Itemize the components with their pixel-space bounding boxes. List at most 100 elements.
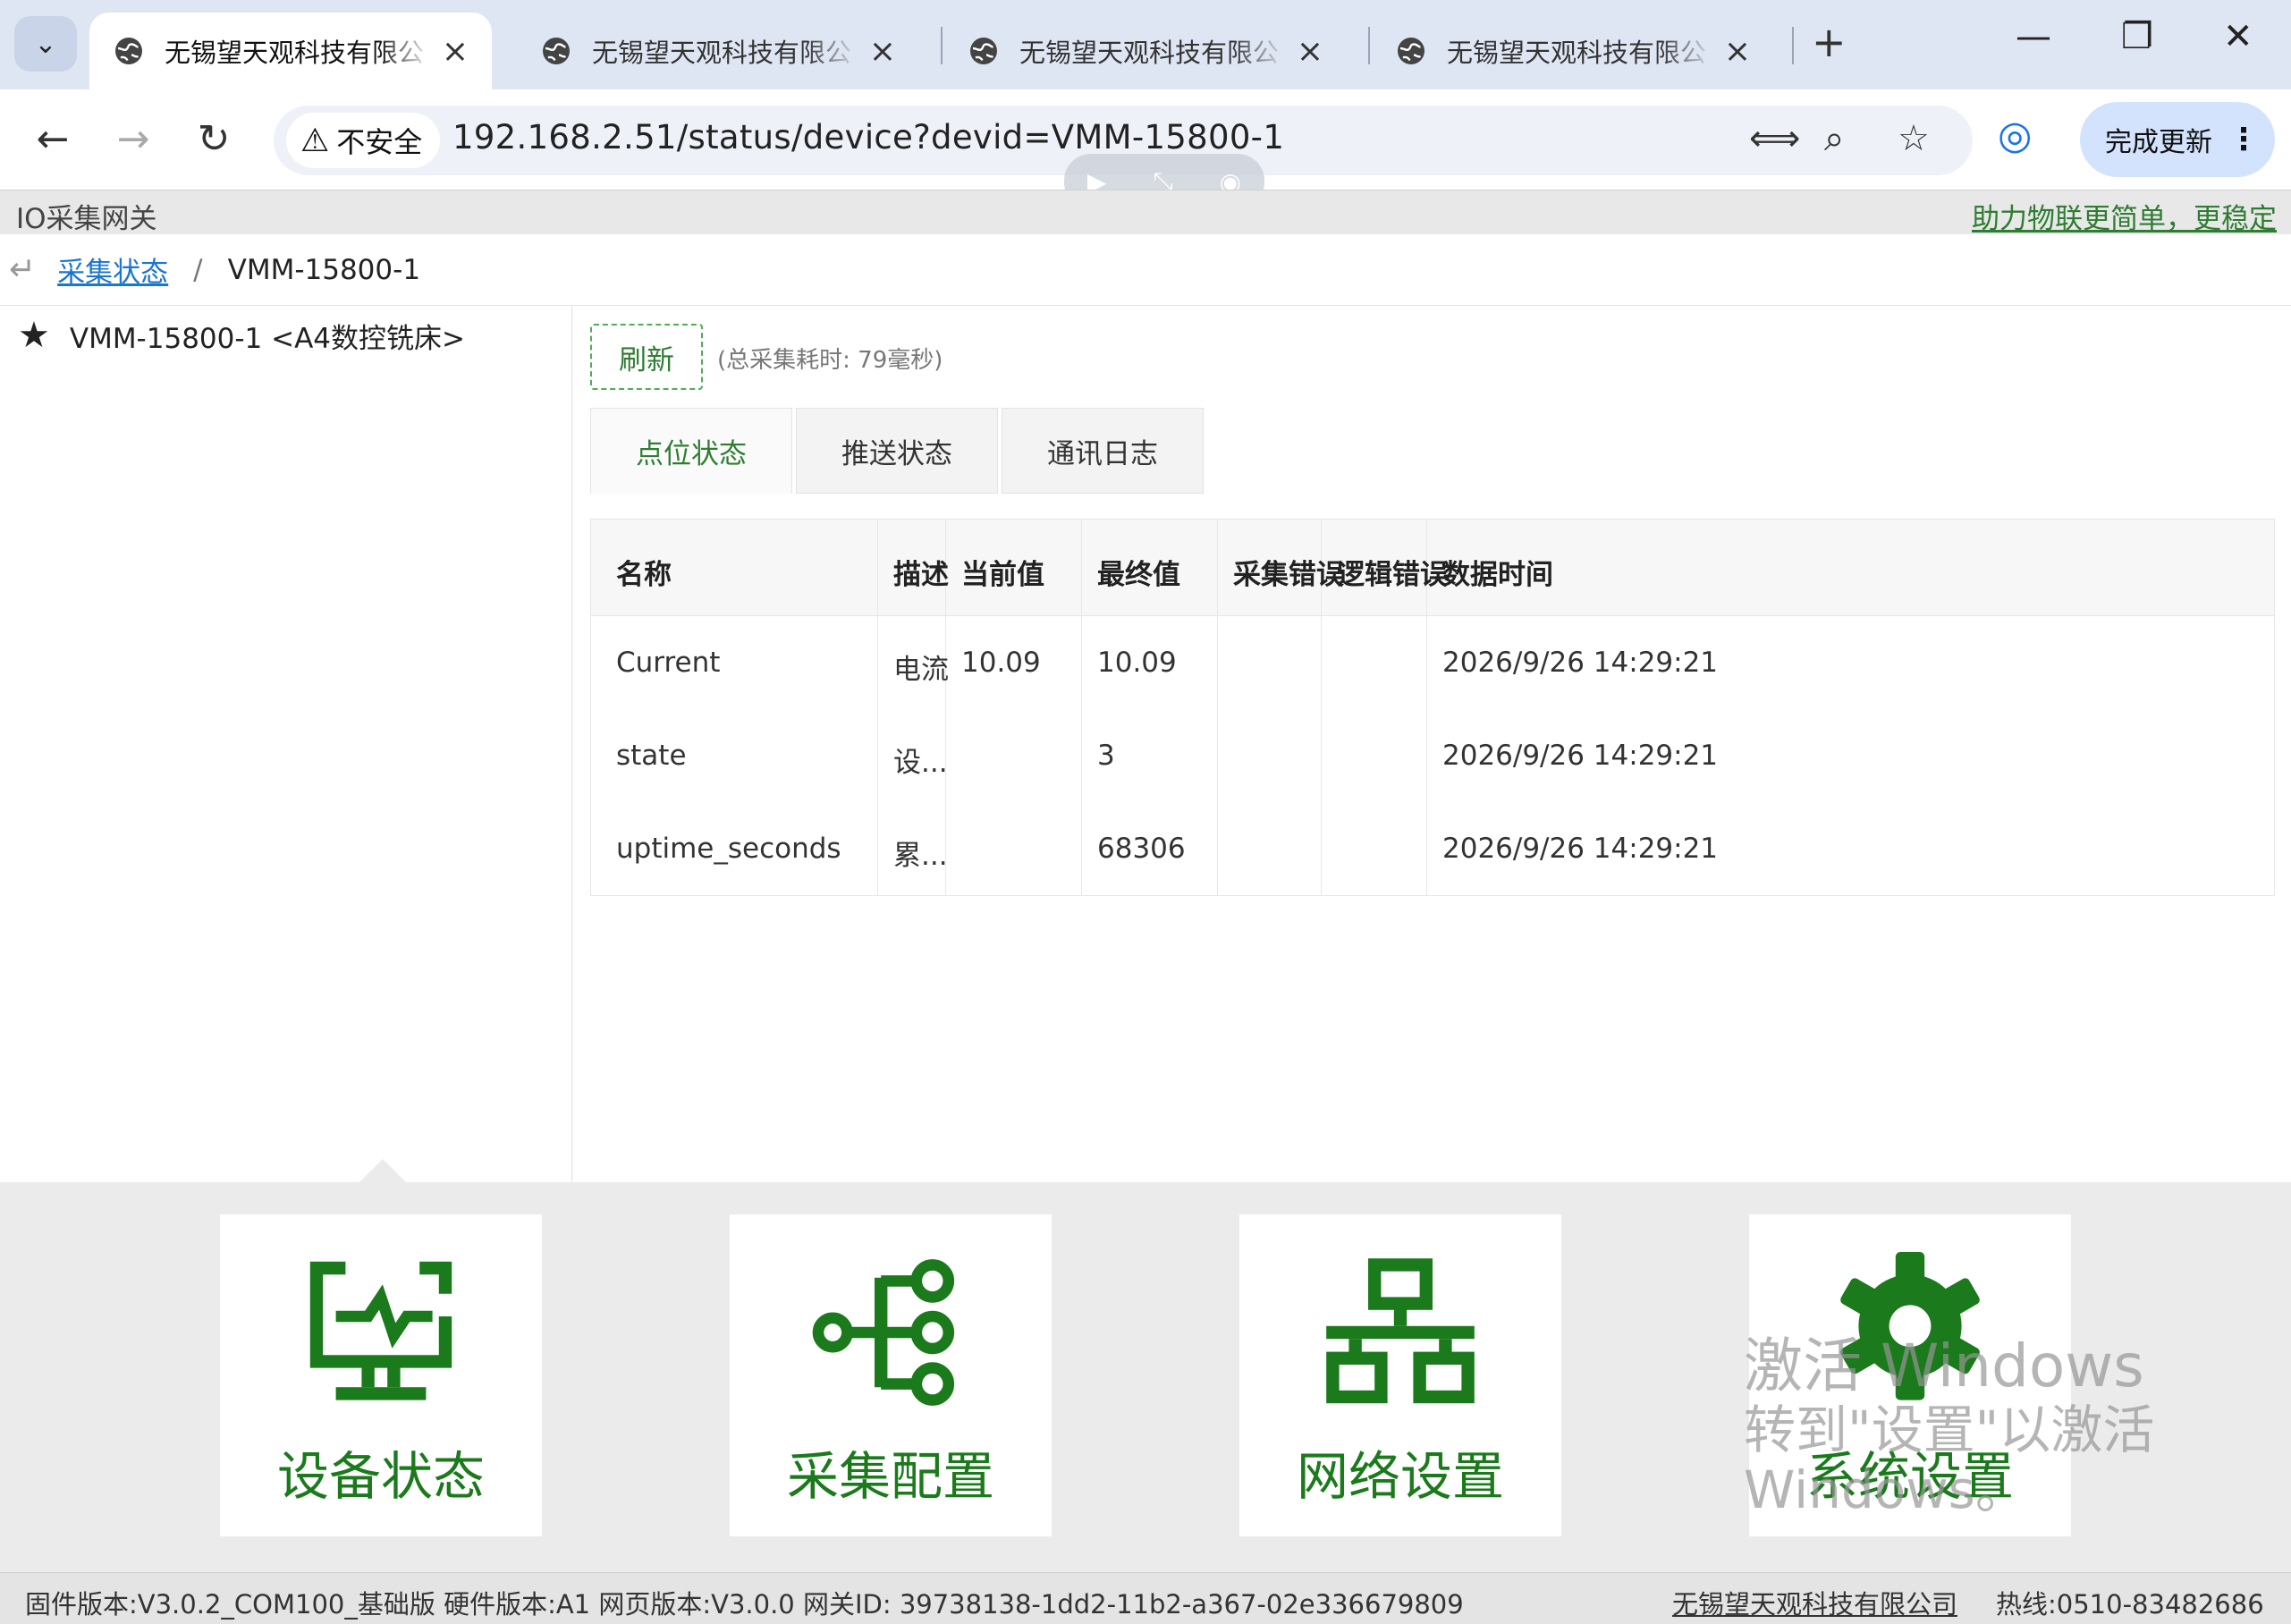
tab-title: 无锡望天观科技有限公	[592, 38, 852, 68]
close-icon[interactable]: ×	[869, 33, 896, 70]
column-header-logic-error: 逻辑错误	[1337, 559, 1448, 591]
table-cell-desc: 电流	[893, 654, 949, 686]
browser-tab-3[interactable]: 无锡望天观科技有限公 ×	[944, 13, 1347, 89]
point-status-table: 名称 描述 当前值 最终值 采集错误 逻辑错误 数据时间 Current 电流 …	[590, 519, 2275, 896]
column-divider	[1217, 520, 1218, 895]
reload-icon: ↻	[197, 115, 231, 162]
window-close-button[interactable]: ✕	[2223, 16, 2253, 57]
menu-tile-device-status[interactable]: 设备状态	[220, 1214, 542, 1536]
browser-toolbar: ← → ↻ ⚠ 不安全 192.168.2.51/status/device?d…	[0, 89, 2291, 209]
tab-separator	[1792, 27, 1794, 64]
translate-icon[interactable]: ⟺	[1749, 118, 1800, 159]
tab-search-button[interactable]: ⌄	[14, 16, 77, 72]
device-tree-panel: ★ VMM-15800-1 <A4数控铣床>	[0, 306, 572, 1182]
column-divider	[877, 520, 878, 895]
page-header: IO采集网关 助力物联更简单，更稳定	[0, 190, 2291, 236]
table-cell-desc: 设...	[893, 747, 948, 779]
menu-tile-label: 设备状态	[276, 1446, 485, 1507]
windows-activation-watermark: 激活 Windows 转到"设置"以激活 Windows。	[1744, 1332, 2154, 1519]
tab-title: 无锡望天观科技有限公	[165, 38, 425, 68]
table-cell-time: 2026/9/26 14:29:21	[1442, 740, 1719, 772]
network-icon	[1326, 1258, 1475, 1404]
table-cell-name: state	[616, 740, 687, 772]
update-label: 完成更新	[2105, 127, 2212, 158]
column-header-collect-error: 采集错误	[1233, 559, 1344, 591]
globe-icon	[1398, 38, 1424, 64]
menu-tile-label: 网络设置	[1296, 1446, 1504, 1507]
column-header-desc: 描述	[893, 559, 949, 591]
monitor-pulse-icon	[309, 1261, 452, 1400]
breadcrumb: ↵ 采集状态 / VMM-15800-1	[0, 234, 2291, 306]
browser-tab-bar: ⌄ 无锡望天观科技有限公 × 无锡望天观科技有限公 × 无锡望天观科技有限公 ×…	[0, 0, 2291, 89]
browser-tab-2[interactable]: 无锡望天观科技有限公 ×	[517, 13, 919, 89]
reload-button[interactable]: ↻	[182, 107, 245, 170]
table-cell-final: 3	[1097, 740, 1115, 772]
security-indicator[interactable]: ⚠ 不安全	[286, 113, 440, 168]
tab-title: 无锡望天观科技有限公	[1447, 38, 1707, 68]
refresh-button[interactable]: 刷新	[590, 324, 703, 390]
table-cell-time: 2026/9/26 14:29:21	[1442, 833, 1719, 865]
minimize-button[interactable]: —	[2016, 16, 2051, 57]
chevron-down-icon: ⌄	[34, 28, 57, 60]
bookmark-star-icon[interactable]: ☆	[1898, 118, 1930, 159]
tab-comm-log[interactable]: 通讯日志	[1002, 408, 1204, 494]
brand-title: IO采集网关	[16, 203, 157, 235]
profile-button[interactable]: ◎	[1998, 113, 2032, 158]
menu-tile-label: 采集配置	[786, 1446, 994, 1507]
tab-title: 无锡望天观科技有限公	[1019, 38, 1280, 68]
browser-tab-1[interactable]: 无锡望天观科技有限公 ×	[89, 13, 492, 89]
node-tree-icon	[812, 1259, 955, 1406]
hotline-text: 热线:0510-83482686	[1996, 1589, 2264, 1620]
more-vert-icon: ⋮	[2228, 122, 2259, 157]
page-footer: 固件版本:V3.0.2_COM100_基础版 硬件版本:A1 网页版本:V3.0…	[0, 1572, 2291, 1624]
breadcrumb-link-status[interactable]: 采集状态	[57, 250, 168, 290]
new-tab-button[interactable]: +	[1812, 18, 1847, 66]
watermark-line-2: 转到"设置"以激活	[1744, 1399, 2155, 1460]
forward-button[interactable]: →	[102, 107, 165, 170]
column-header-name: 名称	[616, 559, 672, 591]
security-label: 不安全	[336, 125, 423, 159]
table-cell-name: Current	[616, 647, 721, 679]
arrow-right-icon: →	[116, 115, 150, 162]
profile-icon: ◎	[1998, 113, 2033, 158]
table-cell-name: uptime_seconds	[616, 833, 841, 865]
breadcrumb-current: VMM-15800-1	[227, 253, 421, 286]
slogan-link[interactable]: 助力物联更简单，更稳定	[1972, 196, 2277, 236]
device-label: VMM-15800-1 <A4数控铣床>	[69, 322, 466, 355]
back-button[interactable]: ←	[21, 107, 84, 170]
restore-button[interactable]: ❐	[2121, 16, 2153, 57]
status-tabs: 点位状态 推送状态 通讯日志	[590, 408, 1207, 494]
update-button[interactable]: 完成更新 ⋮	[2080, 102, 2275, 177]
return-icon[interactable]: ↵	[9, 251, 36, 288]
device-tree-item[interactable]: ★ VMM-15800-1 <A4数控铣床>	[18, 315, 465, 356]
star-icon: ★	[18, 315, 50, 356]
table-cell-desc: 累...	[893, 840, 948, 872]
tab-separator	[1368, 27, 1370, 64]
close-icon[interactable]: ×	[1297, 33, 1323, 70]
elapsed-time-text: (总采集耗时: 79毫秒)	[717, 347, 943, 374]
arrow-left-icon: ←	[36, 115, 70, 162]
watermark-line-1: 激活 Windows	[1744, 1332, 2144, 1400]
close-icon[interactable]: ×	[442, 33, 469, 70]
column-header-final: 最终值	[1097, 559, 1180, 591]
breadcrumb-separator: /	[193, 253, 203, 286]
menu-tile-network-settings[interactable]: 网络设置	[1239, 1214, 1561, 1536]
globe-icon	[970, 38, 997, 64]
table-cell-time: 2026/9/26 14:29:21	[1442, 647, 1719, 679]
column-divider	[1081, 520, 1082, 895]
column-header-current: 当前值	[961, 559, 1044, 591]
table-cell-final: 68306	[1097, 833, 1186, 865]
menu-tile-collect-config[interactable]: 采集配置	[730, 1214, 1052, 1536]
watermark-line-3: Windows。	[1744, 1459, 2027, 1520]
zoom-icon[interactable]: ⌕	[1824, 118, 1844, 159]
warning-icon: ⚠	[300, 122, 330, 159]
selected-caret	[359, 1159, 406, 1182]
tab-push-status[interactable]: 推送状态	[796, 408, 998, 494]
tab-point-status[interactable]: 点位状态	[590, 408, 792, 494]
company-link[interactable]: 无锡望天观科技有限公司	[1672, 1584, 1957, 1621]
close-icon[interactable]: ×	[1724, 33, 1751, 70]
browser-tab-4[interactable]: 无锡望天观科技有限公 ×	[1372, 13, 1774, 89]
url-text[interactable]: 192.168.2.51/status/device?devid=VMM-158…	[452, 118, 1284, 156]
table-cell-final: 10.09	[1097, 647, 1177, 679]
globe-icon	[543, 38, 570, 64]
